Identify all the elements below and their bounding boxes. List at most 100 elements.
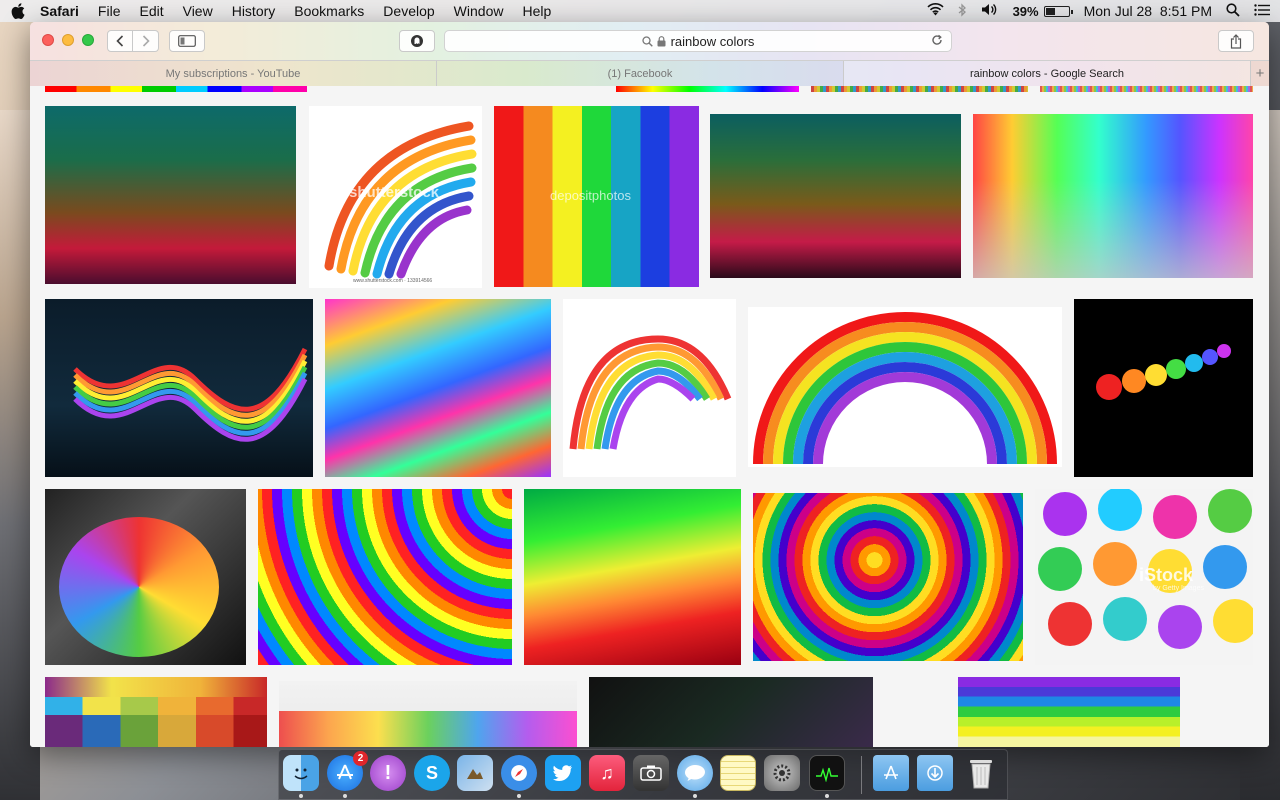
result-image[interactable] [325, 299, 551, 477]
browser-toolbar: rainbow colors [30, 22, 1269, 60]
menu-app-name[interactable]: Safari [40, 3, 79, 19]
result-image[interactable] [710, 114, 961, 278]
tab-facebook[interactable]: (1) Facebook [437, 61, 844, 86]
result-image[interactable] [616, 86, 799, 92]
result-image[interactable] [748, 307, 1062, 467]
ghost-icon [411, 35, 423, 47]
wifi-icon[interactable] [926, 3, 944, 19]
back-button[interactable] [107, 30, 133, 52]
skype-icon[interactable]: S [414, 755, 450, 791]
running-indicator [825, 794, 829, 798]
reload-icon[interactable] [931, 34, 943, 49]
volume-icon[interactable] [981, 3, 999, 19]
result-image[interactable] [45, 299, 313, 477]
clock[interactable]: Mon Jul 28 8:51 PM [1084, 3, 1212, 19]
dock-separator [861, 756, 862, 794]
watermark: iStock [1139, 565, 1194, 585]
result-image[interactable] [258, 489, 512, 665]
result-image[interactable] [279, 681, 577, 747]
new-tab-button[interactable]: + [1251, 61, 1269, 86]
plus-icon: + [1255, 65, 1265, 82]
tab-google-search[interactable]: rainbow colors - Google Search [844, 61, 1251, 86]
tab-label: (1) Facebook [607, 67, 673, 80]
watermark: depositphotos [550, 188, 631, 203]
result-image[interactable] [811, 86, 1028, 92]
sidebar-icon [178, 35, 196, 47]
activity-monitor-icon[interactable] [809, 755, 845, 791]
finder-icon[interactable] [283, 755, 319, 791]
downloads-folder-icon[interactable] [917, 755, 953, 791]
notification-center-icon[interactable] [1254, 3, 1270, 19]
menu-help[interactable]: Help [522, 3, 551, 19]
tab-bar: My subscriptions - YouTube (1) Facebook … [30, 60, 1269, 87]
share-icon [1230, 33, 1242, 49]
sidebar-toggle-button[interactable] [169, 30, 205, 52]
zoom-window-button[interactable] [82, 34, 94, 46]
watermark: by Getty Images [1153, 585, 1204, 592]
result-image[interactable] [563, 299, 736, 477]
watermark: shutterstock [349, 184, 440, 201]
chevron-right-icon [142, 35, 150, 47]
result-image[interactable] [589, 677, 873, 747]
result-image[interactable] [753, 493, 1023, 661]
menu-edit[interactable]: Edit [139, 3, 163, 19]
battery-percent: 39% [1012, 3, 1039, 19]
trash-icon[interactable] [963, 755, 999, 791]
battery-icon [1043, 5, 1073, 17]
bluetooth-icon[interactable] [958, 2, 967, 20]
menu-develop[interactable]: Develop [383, 3, 434, 19]
notes-icon[interactable] [720, 755, 756, 791]
tab-youtube[interactable]: My subscriptions - YouTube [30, 61, 437, 86]
result-image[interactable] [958, 677, 1180, 747]
result-image[interactable] [45, 106, 296, 284]
result-image[interactable] [45, 677, 267, 747]
app-store-icon[interactable]: 2 [327, 751, 368, 791]
result-image[interactable] [1074, 299, 1253, 477]
itunes-icon[interactable]: ♫ [589, 755, 625, 791]
lock-icon [657, 35, 666, 46]
tab-label: rainbow colors - Google Search [969, 67, 1125, 80]
minimize-window-button[interactable] [62, 34, 74, 46]
rainbow-semicircle-image [753, 312, 1057, 465]
result-image[interactable]: depositphotos [494, 106, 699, 287]
chevron-left-icon [116, 35, 124, 47]
notification-badge: 2 [353, 751, 368, 766]
preview-icon[interactable] [457, 755, 493, 791]
result-image[interactable]: iStock by Getty Images [1035, 489, 1253, 665]
share-button[interactable] [1218, 30, 1254, 52]
safari-icon[interactable] [501, 755, 537, 791]
image-results-grid: shutterstock www.shutterstock.com · 1339… [30, 86, 1269, 747]
apple-menu-icon[interactable] [10, 3, 26, 19]
close-window-button[interactable] [42, 34, 54, 46]
result-image[interactable] [524, 489, 741, 665]
address-bar[interactable]: rainbow colors [444, 30, 952, 52]
menu-window[interactable]: Window [454, 3, 504, 19]
applications-folder-icon[interactable] [873, 755, 909, 791]
result-image[interactable] [1040, 86, 1253, 92]
spotlight-search-icon[interactable] [1226, 2, 1240, 20]
glass-balls-image [1096, 344, 1231, 400]
tab-label: My subscriptions - YouTube [165, 67, 301, 80]
result-image[interactable] [973, 114, 1253, 278]
system-preferences-icon[interactable] [764, 755, 800, 791]
messages-icon[interactable] [677, 755, 713, 791]
result-image[interactable]: shutterstock www.shutterstock.com · 1339… [309, 106, 482, 288]
result-image[interactable] [45, 86, 307, 92]
menu-file[interactable]: File [98, 3, 121, 19]
menu-bookmarks[interactable]: Bookmarks [294, 3, 364, 19]
result-image[interactable] [45, 489, 246, 665]
search-icon [641, 35, 653, 47]
menu-history[interactable]: History [232, 3, 276, 19]
battery-status[interactable]: 39% [1012, 3, 1073, 19]
dock: 2 ! S ♫ [278, 749, 1008, 800]
running-indicator [343, 794, 347, 798]
rainbow-ribbon-image [73, 347, 308, 442]
feedback-assistant-icon[interactable]: ! [370, 755, 406, 791]
image-capture-icon[interactable] [633, 755, 669, 791]
privacy-extension-button[interactable] [399, 30, 435, 52]
menu-bar: Safari File Edit View History Bookmarks … [0, 0, 1280, 22]
menu-view[interactable]: View [183, 3, 213, 19]
forward-button[interactable] [133, 30, 159, 52]
address-text: rainbow colors [670, 33, 755, 49]
twitter-icon[interactable] [545, 755, 581, 791]
